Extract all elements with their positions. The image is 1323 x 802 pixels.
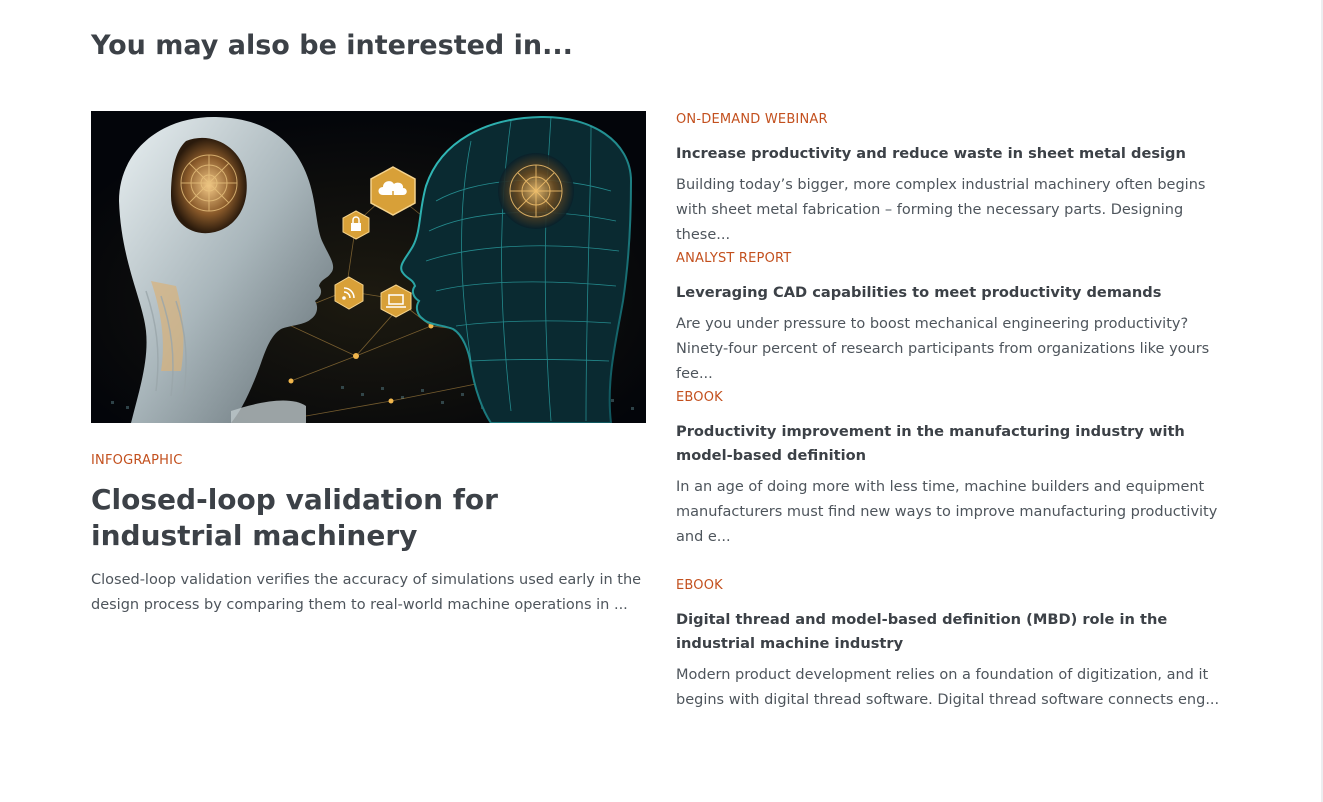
item-description: In an age of doing more with less time, … (676, 479, 1218, 545)
item-title-link[interactable]: Increase productivity and reduce waste i… (676, 142, 1232, 166)
list-item[interactable]: EBOOK Productivity improvement in the ma… (676, 389, 1232, 550)
item-tag: EBOOK (676, 390, 723, 405)
list-item[interactable]: ANALYST REPORT Leveraging CAD capabiliti… (676, 250, 1232, 387)
item-title-link[interactable]: Digital thread and model-based definitio… (676, 608, 1232, 656)
ai-heads-illustration (91, 111, 646, 423)
item-tag: ANALYST REPORT (676, 251, 792, 266)
item-tag: EBOOK (676, 578, 723, 593)
featured-card[interactable]: INFOGRAPHIC Closed-loop validation for i… (91, 111, 646, 618)
item-description: Building today’s bigger, more complex in… (676, 177, 1206, 243)
item-title-link[interactable]: Productivity improvement in the manufact… (676, 420, 1232, 468)
page: You may also be interested in... INFOGRA… (0, 0, 1323, 802)
item-tag: ON-DEMAND WEBINAR (676, 112, 828, 127)
section-title: You may also be interested in... (91, 30, 573, 61)
list-item[interactable]: ON-DEMAND WEBINAR Increase productivity … (676, 111, 1232, 248)
featured-description: Closed-loop validation verifies the accu… (91, 572, 642, 613)
item-description: Modern product development relies on a f… (676, 667, 1220, 708)
item-title-link[interactable]: Leveraging CAD capabilities to meet prod… (676, 281, 1232, 305)
featured-image[interactable] (91, 111, 646, 423)
featured-title-link[interactable]: Closed-loop validation for industrial ma… (91, 482, 646, 554)
featured-tag: INFOGRAPHIC (91, 453, 183, 468)
list-item[interactable]: EBOOK Digital thread and model-based def… (676, 577, 1232, 713)
item-description: Are you under pressure to boost mechanic… (676, 316, 1210, 382)
